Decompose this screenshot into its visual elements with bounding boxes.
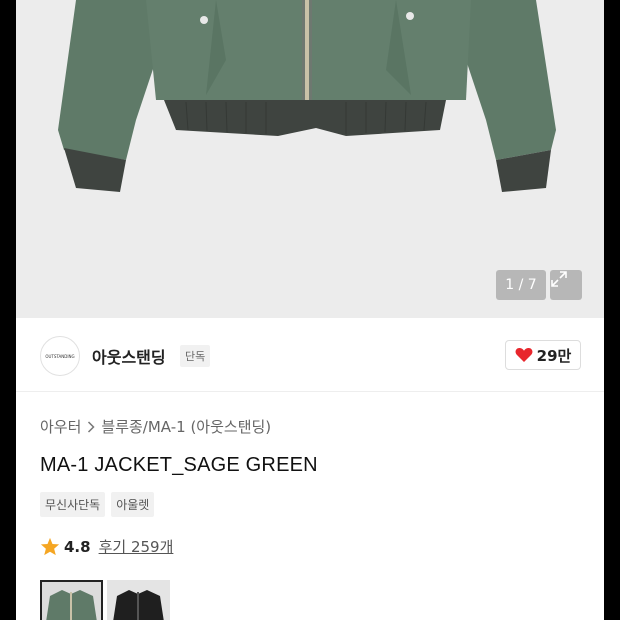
brand-logo-text: OUTSTANDING (45, 353, 75, 359)
breadcrumb: 아우터 블루종/MA-1 (아웃스탠딩) (40, 416, 271, 437)
color-option-sage-green[interactable] (40, 580, 103, 620)
product-title: MA-1 JACKET_SAGE GREEN (40, 454, 318, 476)
chevron-right-icon (88, 420, 95, 433)
breadcrumb-category[interactable]: 아우터 (40, 416, 81, 437)
phone-screen: 1 / 7 OUTSTANDING 아웃스탠딩 단독 29만 아우터 블루종/M… (16, 0, 604, 620)
expand-icon (551, 271, 567, 287)
image-counter: 1 / 7 (496, 270, 546, 300)
breadcrumb-subcategory[interactable]: 블루종/MA-1 (아웃스탠딩) (101, 416, 271, 437)
brand-name[interactable]: 아웃스탠딩 (92, 344, 166, 368)
product-image-gallery[interactable]: 1 / 7 (16, 0, 604, 318)
review-link[interactable]: 후기 259개 (99, 536, 174, 557)
product-tags: 무신사단독 아울렛 (40, 492, 155, 517)
rating-value: 4.8 (64, 537, 91, 556)
color-option-black[interactable] (107, 580, 170, 620)
tag-outlet: 아울렛 (111, 492, 155, 517)
like-count: 29만 (536, 346, 572, 365)
tag-exclusive: 무신사단독 (40, 492, 106, 517)
expand-button[interactable] (550, 270, 582, 300)
image-counter-text: 1 / 7 (505, 277, 537, 293)
color-options (40, 580, 170, 620)
rating-row: 4.8 후기 259개 (40, 536, 173, 557)
heart-icon (515, 347, 533, 362)
sage-green-thumbnail (42, 582, 101, 620)
like-button[interactable]: 29만 (505, 340, 581, 370)
exclusive-badge: 단독 (180, 345, 211, 367)
brand-row: OUTSTANDING 아웃스탠딩 단독 29만 (16, 318, 604, 392)
black-thumbnail (107, 580, 170, 620)
brand-logo[interactable]: OUTSTANDING (40, 336, 80, 376)
star-icon (40, 537, 60, 556)
